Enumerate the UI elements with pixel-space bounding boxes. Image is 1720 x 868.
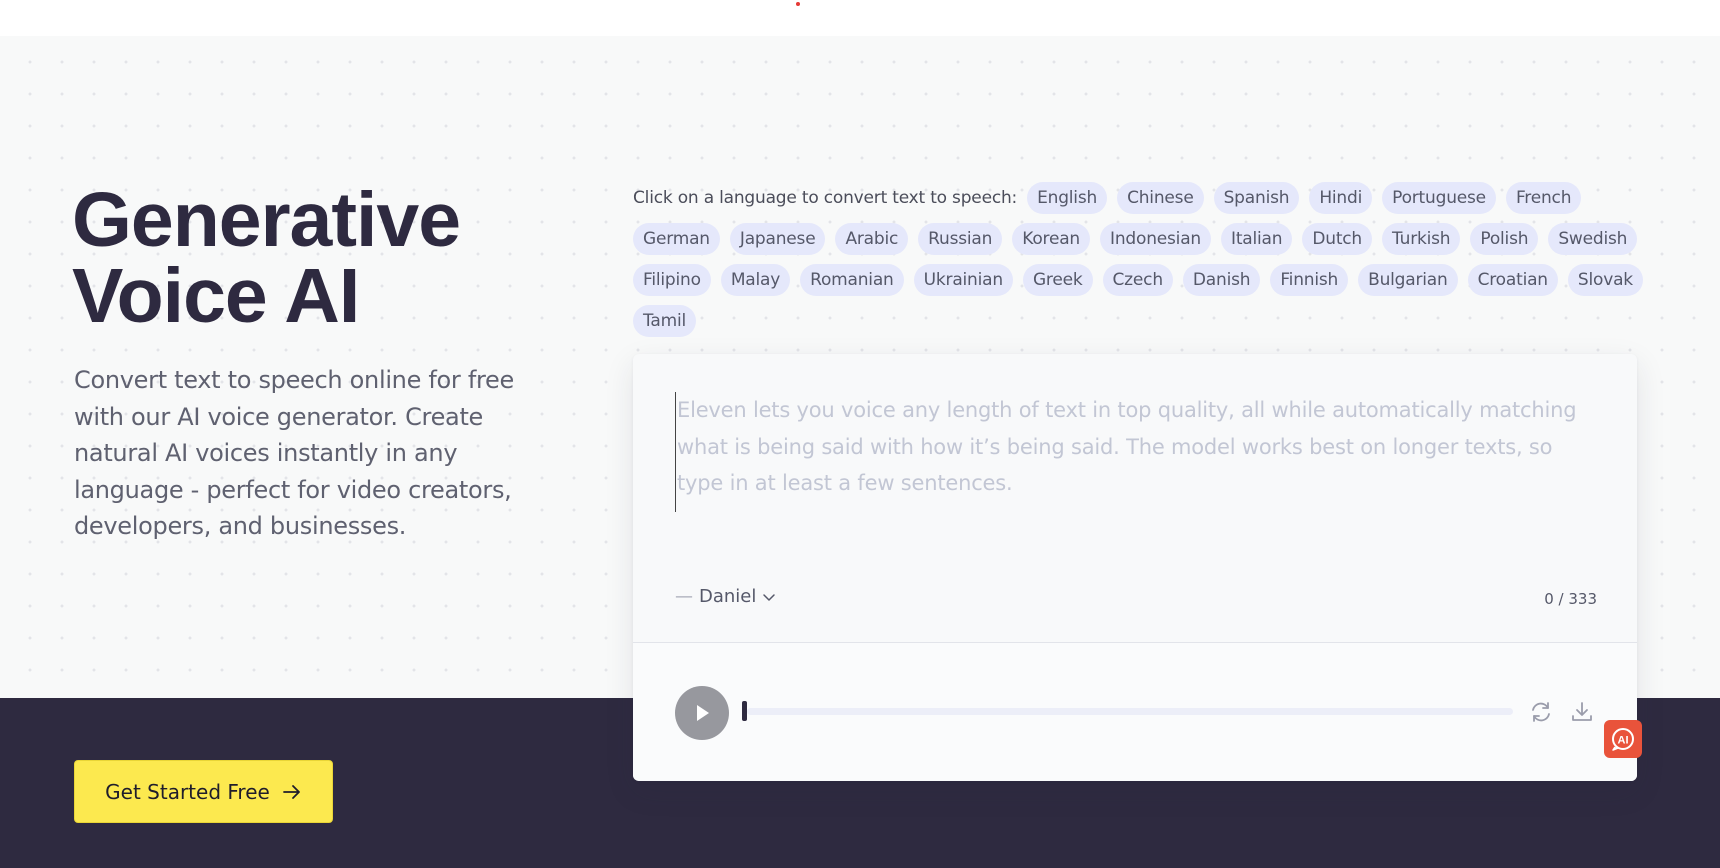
language-chip-french[interactable]: French xyxy=(1505,182,1582,214)
language-chip-spanish[interactable]: Spanish xyxy=(1213,182,1300,214)
language-chip-ukrainian[interactable]: Ukrainian xyxy=(913,264,1013,296)
page-title: Generative Voice AI xyxy=(72,177,592,339)
arrow-right-icon xyxy=(282,784,300,799)
voice-selector[interactable]: — Daniel xyxy=(675,586,776,607)
hero-description: Convert text to speech online for free w… xyxy=(74,366,514,540)
regenerate-button[interactable] xyxy=(1527,698,1555,726)
language-selector: Click on a language to convert text to s… xyxy=(633,182,1643,337)
language-chip-tamil[interactable]: Tamil xyxy=(633,305,696,337)
progress-track[interactable] xyxy=(747,708,1513,715)
language-chip-malay[interactable]: Malay xyxy=(720,264,791,296)
character-counter: 0 / 333 xyxy=(1544,590,1597,608)
language-chip-croatian[interactable]: Croatian xyxy=(1467,264,1558,296)
language-chip-chinese[interactable]: Chinese xyxy=(1117,182,1204,214)
chevron-down-icon xyxy=(763,593,776,601)
language-chip-turkish[interactable]: Turkish xyxy=(1382,223,1461,255)
language-chip-german[interactable]: German xyxy=(633,223,720,255)
language-chip-indonesian[interactable]: Indonesian xyxy=(1100,223,1212,255)
language-chip-swedish[interactable]: Swedish xyxy=(1548,223,1638,255)
language-chip-slovak[interactable]: Slovak xyxy=(1567,264,1643,296)
language-chip-japanese[interactable]: Japanese xyxy=(729,223,826,255)
download-icon xyxy=(1572,702,1592,721)
language-chip-bulgarian[interactable]: Bulgarian xyxy=(1358,264,1458,296)
language-chip-dutch[interactable]: Dutch xyxy=(1302,223,1373,255)
refresh-icon xyxy=(1532,702,1550,722)
language-chip-greek[interactable]: Greek xyxy=(1022,264,1093,296)
language-chip-finnish[interactable]: Finnish xyxy=(1270,264,1349,296)
ai-chat-icon: AI xyxy=(1612,728,1634,751)
voice-name: Daniel xyxy=(699,586,757,607)
tts-editor-card: Eleven lets you voice any length of text… xyxy=(633,354,1637,781)
language-chip-czech[interactable]: Czech xyxy=(1102,264,1173,296)
get-started-label: Get Started Free xyxy=(105,779,270,804)
language-prompt: Click on a language to convert text to s… xyxy=(633,188,1018,208)
language-chip-polish[interactable]: Polish xyxy=(1470,223,1539,255)
svg-text:AI: AI xyxy=(1618,735,1629,747)
page-title-line-1: Generative xyxy=(72,177,461,263)
voice-dash: — xyxy=(675,586,693,607)
language-chip-korean[interactable]: Korean xyxy=(1012,223,1091,255)
play-icon xyxy=(697,705,709,721)
language-chip-romanian[interactable]: Romanian xyxy=(800,264,904,296)
language-chip-russian[interactable]: Russian xyxy=(918,223,1003,255)
text-input[interactable]: Eleven lets you voice any length of text… xyxy=(675,392,1595,512)
get-started-button[interactable]: Get Started Free xyxy=(74,760,333,823)
language-chip-english[interactable]: English xyxy=(1027,182,1108,214)
language-chip-danish[interactable]: Danish xyxy=(1182,264,1261,296)
red-dot-indicator xyxy=(796,2,800,6)
top-bar xyxy=(0,0,1720,36)
language-chip-filipino[interactable]: Filipino xyxy=(633,264,711,296)
download-button[interactable] xyxy=(1568,698,1596,726)
page-title-line-2: Voice AI xyxy=(72,253,360,339)
language-chip-arabic[interactable]: Arabic xyxy=(835,223,909,255)
language-chip-italian[interactable]: Italian xyxy=(1221,223,1293,255)
language-chip-hindi[interactable]: Hindi xyxy=(1309,182,1373,214)
language-chip-portuguese[interactable]: Portuguese xyxy=(1382,182,1496,214)
ai-chat-button[interactable]: AI xyxy=(1604,720,1642,758)
play-button[interactable] xyxy=(675,686,729,740)
